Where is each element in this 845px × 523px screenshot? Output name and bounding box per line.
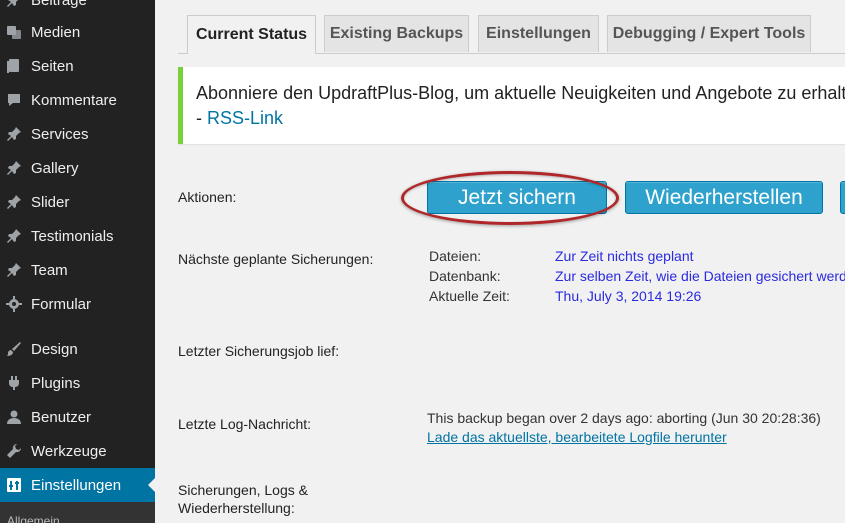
tab-bar: Current Status Existing Backups Einstell…	[178, 0, 845, 54]
brush-icon	[5, 340, 23, 358]
actions-label: Aktionen:	[178, 189, 237, 205]
sidebar-item-media[interactable]: Medien	[0, 15, 155, 49]
sidebar-item-label: Einstellungen	[31, 476, 122, 494]
pin-icon	[5, 0, 23, 9]
sidebar-item-formular[interactable]: Formular	[0, 287, 155, 321]
notice-link-line: - RSS-Link	[196, 106, 845, 131]
pages-icon	[5, 57, 23, 75]
button-label: Jetzt sichern	[458, 185, 576, 209]
gear-icon	[5, 295, 23, 313]
pin-icon	[5, 193, 23, 211]
plug-icon	[5, 374, 23, 392]
sidebar-item-label: Beiträge	[31, 0, 87, 9]
pin-icon	[5, 227, 23, 245]
button-label: Wiederherstellen	[645, 185, 803, 209]
schedule-value-current-time: Thu, July 3, 2014 19:26	[555, 288, 702, 304]
tab-label: Einstellungen	[486, 25, 591, 42]
tab-existing-backups[interactable]: Existing Backups	[324, 15, 469, 52]
sidebar-item-slider[interactable]: Slider	[0, 185, 155, 219]
tab-current-status[interactable]: Current Status	[187, 15, 316, 54]
sidebar-item-settings[interactable]: Einstellungen	[0, 468, 155, 502]
sidebar-item-team[interactable]: Team	[0, 253, 155, 287]
sidebar-item-label: Services	[31, 125, 89, 143]
restore-button[interactable]: Wiederherstellen	[625, 181, 823, 214]
backup-now-button[interactable]: Jetzt sichern	[427, 181, 607, 214]
schedule-key-files: Dateien:	[429, 248, 482, 264]
sidebar-item-users[interactable]: Benutzer	[0, 400, 155, 434]
pin-icon	[5, 261, 23, 279]
wrench-icon	[5, 442, 23, 460]
sidebar-item-label: Testimonials	[31, 227, 114, 245]
submenu-item-label: Allgemein	[7, 514, 60, 523]
sidebar-item-label: Team	[31, 261, 68, 279]
last-log-label: Letzte Log-Nachricht:	[178, 416, 312, 432]
sidebar-item-label: Slider	[31, 193, 70, 211]
sidebar-item-label: Werkzeuge	[31, 442, 107, 460]
last-log-message: This backup began over 2 days ago: abort…	[427, 410, 821, 426]
sidebar-item-testimonials[interactable]: Testimonials	[0, 219, 155, 253]
tab-debugging[interactable]: Debugging / Expert Tools	[607, 15, 811, 52]
backups-section-label-1: Sicherungen, Logs &	[178, 482, 308, 498]
notice-text: Abonniere den UpdraftPlus-Blog, um aktue…	[196, 83, 845, 103]
sidebar-item-gallery[interactable]: Gallery	[0, 151, 155, 185]
newsletter-notice: Abonniere den UpdraftPlus-Blog, um aktue…	[178, 67, 845, 144]
sidebar-item-label: Design	[31, 340, 78, 358]
tab-label: Current Status	[195, 26, 308, 43]
sidebar-item-pages[interactable]: Seiten	[0, 49, 155, 83]
settings-icon	[5, 476, 23, 494]
download-log-link[interactable]: Lade das aktuellste, bearbeitete Logfile…	[427, 429, 727, 445]
next-backups-label: Nächste geplante Sicherungen:	[178, 251, 374, 267]
rss-link[interactable]: RSS-Link	[207, 108, 283, 128]
backups-section-label-2: Wiederherstellung:	[178, 500, 295, 516]
sidebar-item-label: Kommentare	[31, 91, 117, 109]
schedule-key-current-time: Aktuelle Zeit:	[429, 288, 510, 304]
submenu-item-general[interactable]: Allgemein	[0, 502, 155, 523]
user-icon	[5, 408, 23, 426]
sidebar-item-label: Plugins	[31, 374, 81, 392]
comments-icon	[5, 91, 23, 109]
last-job-label: Letzter Sicherungsjob lief:	[178, 343, 340, 359]
sidebar-item-design[interactable]: Design	[0, 332, 155, 366]
schedule-key-database: Datenbank:	[429, 268, 501, 284]
sidebar-item-plugins[interactable]: Plugins	[0, 366, 155, 400]
sidebar-item-comments[interactable]: Kommentare	[0, 83, 155, 117]
tab-label: Debugging / Expert Tools	[612, 25, 806, 42]
clone-button[interactable]	[840, 181, 845, 214]
sidebar-item-label: Medien	[31, 23, 81, 41]
admin-sidebar: Beiträge Medien Seiten Kommentare Servic…	[0, 0, 155, 523]
sidebar-item-label: Formular	[31, 295, 92, 313]
sidebar-item-label: Seiten	[31, 57, 74, 75]
schedule-value-files: Zur Zeit nichts geplant	[555, 248, 694, 264]
pin-icon	[5, 159, 23, 177]
schedule-value-database: Zur selben Zeit, wie die Dateien gesiche…	[555, 268, 845, 284]
sidebar-item-label: Gallery	[31, 159, 79, 177]
tab-label: Existing Backups	[329, 25, 464, 42]
sidebar-item-services[interactable]: Services	[0, 117, 155, 151]
tab-settings[interactable]: Einstellungen	[478, 15, 599, 52]
sidebar-item-label: Benutzer	[31, 408, 92, 426]
media-icon	[5, 23, 23, 41]
notice-link-prefix: -	[196, 108, 207, 128]
pin-icon	[5, 125, 23, 143]
sidebar-item-tools[interactable]: Werkzeuge	[0, 434, 155, 468]
